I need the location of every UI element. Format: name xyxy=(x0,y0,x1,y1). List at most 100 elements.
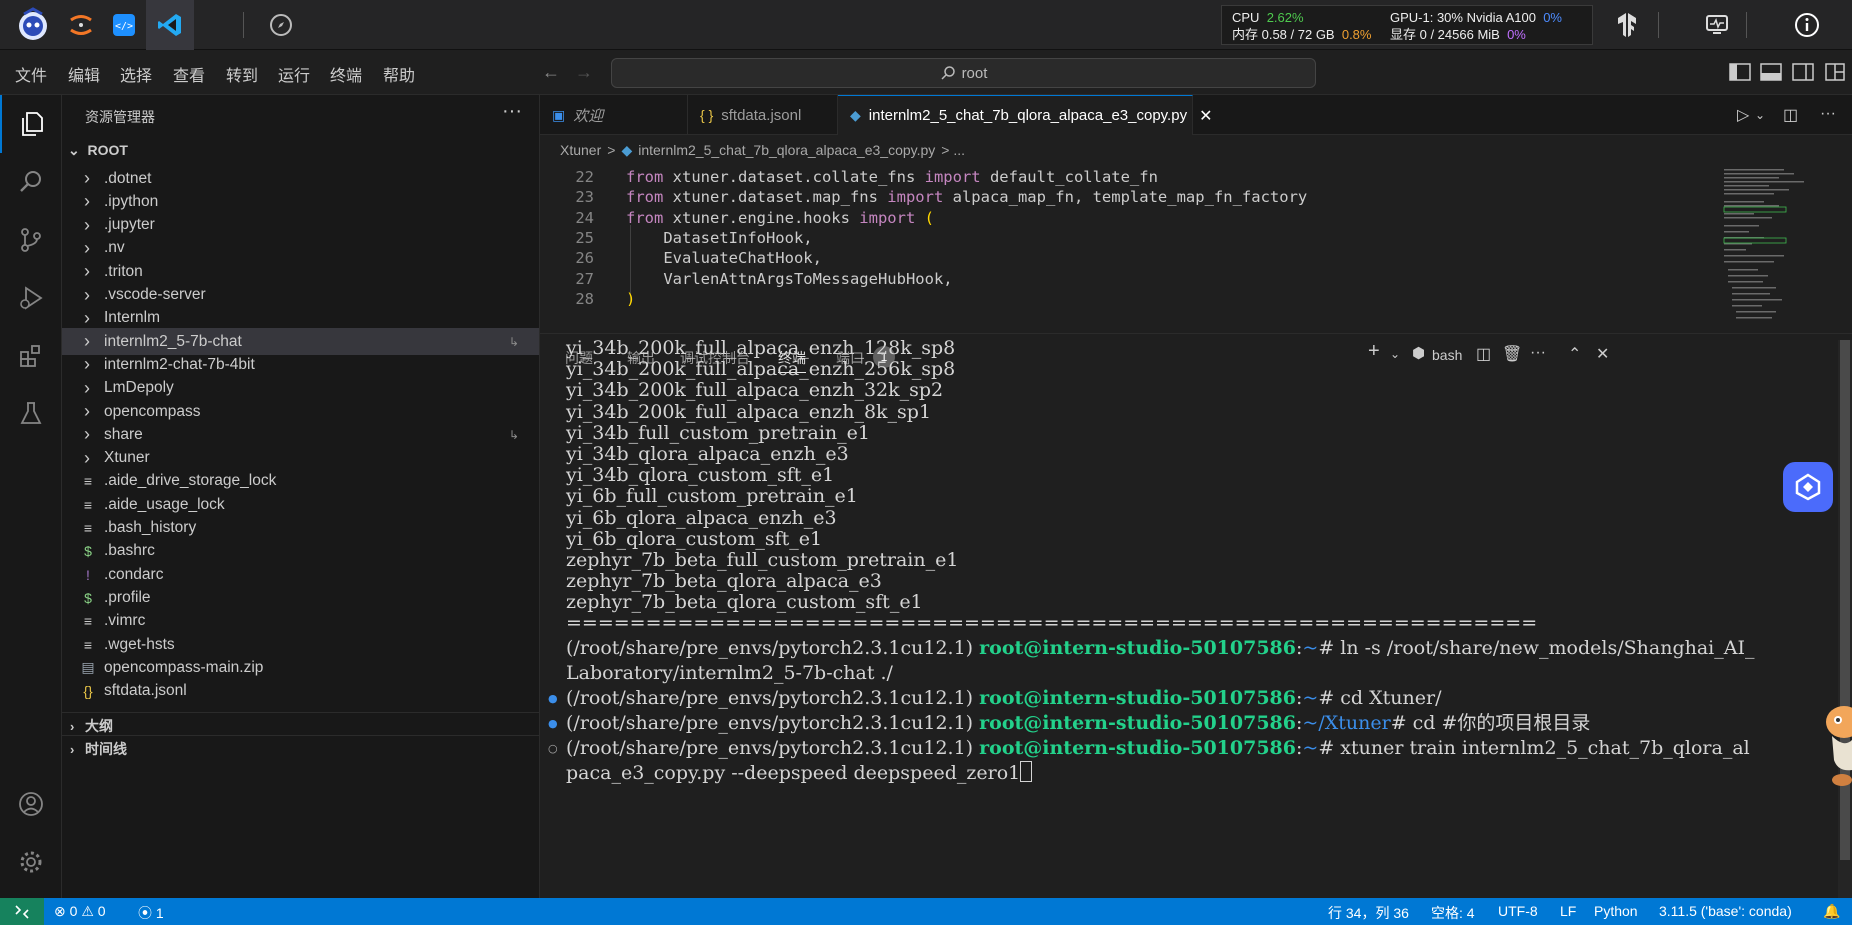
editor-tabs: ▣ 欢迎 { } sftdata.jsonl ◆ internlm2_5_cha… xyxy=(540,95,1852,135)
tab-sftdata[interactable]: { } sftdata.jsonl xyxy=(688,95,838,135)
breadcrumb-file[interactable]: internlm2_5_chat_7b_qlora_alpaca_e3_copy… xyxy=(638,142,935,158)
problems-status[interactable]: ⊗ 0 ⚠ 0 xyxy=(54,903,106,920)
activity-bar xyxy=(0,95,62,898)
menu-selection[interactable]: 选择 xyxy=(120,62,152,86)
extensions-icon[interactable] xyxy=(0,327,62,385)
terminal-scrollbar[interactable] xyxy=(1838,340,1852,898)
menu-go[interactable]: 转到 xyxy=(226,62,258,86)
tree-file[interactable]: {} sftdata.jsonl xyxy=(62,678,539,705)
tree-item-label: internlm2-chat-7b-4bit xyxy=(104,355,255,373)
command-success-dot[interactable]: ● xyxy=(548,711,558,736)
jupyter-icon[interactable] xyxy=(60,4,102,46)
mascot-icon[interactable] xyxy=(1818,700,1852,790)
cursor-position[interactable]: 行 34，列 36 xyxy=(1328,903,1409,923)
info-icon[interactable] xyxy=(1787,5,1827,45)
chevron-right-icon: › xyxy=(84,331,90,352)
menu-help[interactable]: 帮助 xyxy=(383,62,415,86)
encoding[interactable]: UTF-8 xyxy=(1498,903,1538,919)
chevron-right-icon: › xyxy=(84,424,90,445)
menu-edit[interactable]: 编辑 xyxy=(68,62,100,86)
command-text: # cd #你的项目根目录 xyxy=(1390,712,1591,734)
menu-run[interactable]: 运行 xyxy=(278,62,310,86)
command-center[interactable]: root xyxy=(611,58,1316,88)
timeline-section[interactable]: › 时间线 xyxy=(62,735,539,762)
compass-icon[interactable] xyxy=(260,4,302,46)
shell-label[interactable]: bash xyxy=(1432,347,1462,363)
chevron-down-icon[interactable]: ⌄ xyxy=(1390,347,1400,361)
menu-terminal[interactable]: 终端 xyxy=(330,62,362,86)
tree-item-label: .bashrc xyxy=(104,542,155,560)
menu-view[interactable]: 查看 xyxy=(173,62,205,86)
env-label: (/root/share/pre_envs/pytorch2.3.1cu12.1… xyxy=(566,637,974,659)
more-actions-icon[interactable]: ··· xyxy=(1820,105,1836,123)
tree-item-label: .aide_usage_lock xyxy=(104,495,225,513)
new-terminal-icon[interactable]: + xyxy=(1368,340,1380,363)
memory-value: 0.8% xyxy=(1341,27,1372,42)
memory-label: 内存 0.58 / 72 GB xyxy=(1232,27,1335,42)
tab-welcome[interactable]: ▣ 欢迎 xyxy=(540,95,688,135)
run-debug-icon[interactable] xyxy=(0,269,62,327)
back-arrow-icon[interactable]: ← xyxy=(542,62,560,83)
tree-item-label: .nv xyxy=(104,239,125,257)
breadcrumb-folder[interactable]: Xtuner xyxy=(560,142,601,158)
split-terminal-icon[interactable]: ◫ xyxy=(1476,344,1491,364)
more-actions-icon[interactable]: ··· xyxy=(1530,344,1546,362)
run-file-icon[interactable]: ▷ xyxy=(1737,105,1749,125)
code-editor[interactable]: 22 from xtuner.dataset.collate_fns import… xyxy=(540,165,1852,333)
settings-gear-icon[interactable] xyxy=(0,833,62,891)
yaml-icon: ! xyxy=(86,566,90,583)
line-number: 28 xyxy=(575,289,594,308)
trash-icon[interactable]: 🗑 xyxy=(1502,344,1522,364)
language-mode[interactable]: Python xyxy=(1594,903,1638,919)
python-interpreter[interactable]: 3.11.5 ('base': conda) xyxy=(1659,903,1792,919)
monitor-icon[interactable] xyxy=(1697,5,1737,45)
command-pending-dot[interactable]: ○ xyxy=(548,736,558,761)
close-icon[interactable]: ✕ xyxy=(1199,106,1212,126)
source-control-icon[interactable] xyxy=(0,211,62,269)
ai-assistant-icon[interactable] xyxy=(1783,462,1833,512)
split-editor-icon[interactable]: ◫ xyxy=(1783,105,1798,125)
tab-label: sftdata.jsonl xyxy=(721,106,802,124)
code-editor-icon[interactable]: </> xyxy=(103,4,145,46)
vscode-icon[interactable] xyxy=(146,0,194,50)
tab-label: 欢迎 xyxy=(573,107,604,125)
forward-arrow-icon[interactable]: → xyxy=(575,62,593,83)
code-line: from xtuner.dataset.map_fns import alpac… xyxy=(626,188,1308,207)
chevron-down-icon[interactable]: ⌄ xyxy=(1755,108,1765,122)
ports-status[interactable]: ⦿ 1 xyxy=(138,903,164,923)
tree-item-label: .aide_drive_storage_lock xyxy=(104,472,277,490)
account-icon[interactable] xyxy=(0,775,62,833)
tree-item-label: LmDepoly xyxy=(104,379,174,397)
symlink-icon: ↳ xyxy=(509,427,520,442)
close-panel-icon[interactable]: ✕ xyxy=(1596,344,1609,364)
warning-icon: ⚠ xyxy=(81,903,94,919)
indentation[interactable]: 空格: 4 xyxy=(1431,903,1475,923)
tree-item-label: .profile xyxy=(104,588,151,606)
toggle-panel-icon[interactable] xyxy=(1760,62,1782,82)
more-actions-icon[interactable]: ··· xyxy=(502,100,522,123)
tab-python-file[interactable]: ◆ internlm2_5_chat_7b_qlora_alpaca_e3_co… xyxy=(838,95,1212,135)
notifications-bell-icon[interactable]: 🔔 xyxy=(1823,903,1840,920)
terminal-input-line[interactable]: paca_e3_copy.py --deepspeed deepspeed_ze… xyxy=(566,761,1033,786)
toggle-secondary-sidebar-icon[interactable] xyxy=(1792,62,1814,82)
svg-text:</>: </> xyxy=(115,21,133,32)
command-continuation: paca_e3_copy.py --deepspeed deepspeed_ze… xyxy=(566,762,1021,784)
line-ending[interactable]: LF xyxy=(1560,903,1576,919)
customize-layout-icon[interactable] xyxy=(1824,62,1846,82)
search-icon[interactable] xyxy=(0,153,62,211)
tree-item-label: Internlm xyxy=(104,309,160,327)
tree-item-label: .vscode-server xyxy=(104,286,206,303)
explorer-icon[interactable] xyxy=(0,95,62,153)
remote-indicator-icon[interactable] xyxy=(0,898,44,925)
tensorflow-icon[interactable] xyxy=(1607,5,1647,45)
testing-icon[interactable] xyxy=(0,385,62,443)
maximize-panel-icon[interactable]: ⌃ xyxy=(1568,344,1581,364)
command-success-dot[interactable]: ● xyxy=(548,686,558,711)
tree-root[interactable]: ⌄ ROOT xyxy=(68,142,128,159)
error-icon: ⊗ xyxy=(54,903,66,919)
menu-file[interactable]: 文件 xyxy=(15,62,47,86)
intern-logo-icon[interactable] xyxy=(12,4,54,46)
breadcrumb-symbol[interactable]: > ... xyxy=(941,142,965,158)
toggle-primary-sidebar-icon[interactable] xyxy=(1729,62,1751,82)
minimap[interactable] xyxy=(1720,165,1850,333)
